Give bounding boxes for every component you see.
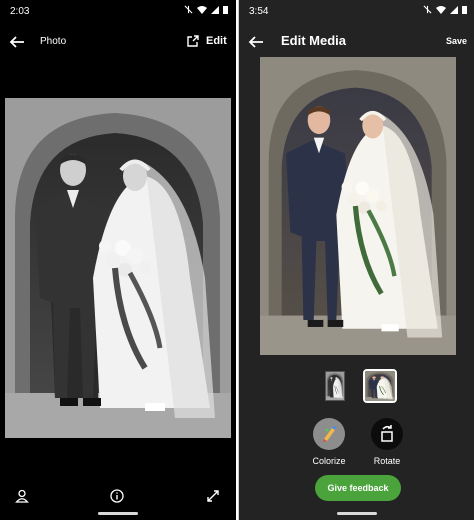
rotate-label: Rotate bbox=[373, 456, 401, 466]
edit-media-screen: 3:54 Edit Media Save Colorize Rotate Giv… bbox=[238, 0, 474, 520]
back-arrow-icon[interactable] bbox=[8, 33, 26, 51]
person-icon[interactable] bbox=[15, 489, 29, 503]
mute-icon bbox=[423, 5, 432, 14]
save-button[interactable]: Save bbox=[446, 36, 467, 46]
battery-icon bbox=[462, 6, 467, 14]
expand-icon[interactable] bbox=[206, 489, 220, 503]
status-icons bbox=[423, 5, 467, 14]
colorize-icon bbox=[313, 418, 345, 450]
status-bar: 2:03 bbox=[0, 0, 236, 24]
back-arrow-icon[interactable] bbox=[247, 33, 265, 51]
bottom-toolbar bbox=[0, 486, 236, 508]
page-title: Edit Media bbox=[281, 33, 347, 48]
info-icon[interactable] bbox=[110, 489, 124, 503]
status-icons bbox=[184, 5, 228, 14]
status-time: 2:03 bbox=[10, 6, 30, 17]
colorize-label: Colorize bbox=[312, 456, 346, 466]
give-feedback-button[interactable]: Give feedback bbox=[315, 475, 401, 501]
photo-viewer-screen: 2:03 Photo Edit bbox=[0, 0, 236, 520]
photo-original-bw bbox=[5, 98, 231, 438]
app-bar: Photo Edit bbox=[0, 24, 236, 60]
share-icon[interactable] bbox=[186, 35, 199, 48]
thumbnail-original[interactable] bbox=[325, 371, 345, 401]
status-bar: 3:54 bbox=[239, 0, 474, 24]
rotate-tool[interactable]: Rotate bbox=[357, 418, 417, 466]
mute-icon bbox=[184, 5, 193, 14]
gesture-nav-bar bbox=[98, 512, 138, 515]
status-time: 3:54 bbox=[249, 6, 269, 17]
rotate-icon bbox=[371, 418, 403, 450]
gesture-nav-bar bbox=[337, 512, 377, 515]
wifi-icon bbox=[197, 6, 207, 14]
wifi-icon bbox=[436, 6, 446, 14]
app-bar: Edit Media Save bbox=[239, 24, 474, 60]
photo-colorized-preview bbox=[260, 57, 456, 355]
battery-icon bbox=[223, 6, 228, 14]
page-title: Photo bbox=[40, 36, 67, 47]
edit-button[interactable]: Edit bbox=[206, 35, 227, 47]
thumbnail-colorized-selected[interactable] bbox=[363, 369, 397, 403]
signal-icon bbox=[450, 5, 458, 14]
signal-icon bbox=[211, 5, 219, 14]
colorize-tool[interactable]: Colorize bbox=[299, 418, 359, 466]
